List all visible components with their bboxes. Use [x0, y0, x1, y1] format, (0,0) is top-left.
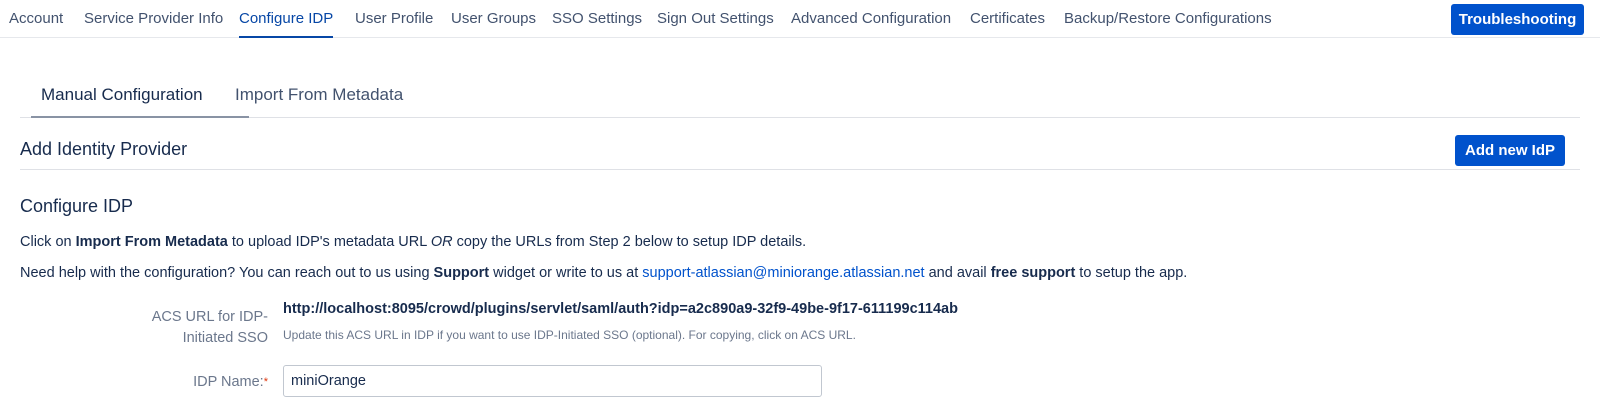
tab-sign-out-settings[interactable]: Sign Out Settings [657, 10, 774, 27]
configuration-subtabs: Manual Configuration Import From Metadat… [20, 75, 1580, 118]
tab-user-profile[interactable]: User Profile [355, 10, 433, 27]
instructions-line-2: Need help with the configuration? You ca… [20, 265, 1188, 281]
required-marker: * [263, 376, 268, 388]
troubleshooting-button[interactable]: Troubleshooting [1451, 4, 1584, 35]
tab-service-provider-info[interactable]: Service Provider Info [84, 10, 223, 27]
support-reference: Support [433, 265, 490, 281]
tab-certificates[interactable]: Certificates [970, 10, 1045, 27]
tab-account[interactable]: Account [9, 10, 63, 27]
import-from-metadata-reference: Import From Metadata [75, 234, 228, 250]
active-subtab-indicator [31, 116, 249, 118]
tab-user-groups[interactable]: User Groups [451, 10, 536, 27]
tab-backup-restore-configurations[interactable]: Backup/Restore Configurations [1064, 10, 1272, 27]
support-email-link[interactable]: support-atlassian@miniorange.atlassian.n… [642, 265, 924, 281]
tab-configure-idp[interactable]: Configure IDP [239, 10, 334, 38]
add-identity-provider-header: Add Identity Provider Add new IdP [20, 130, 1580, 170]
acs-url-label: ACS URL for IDP-Initiated SSO [151, 309, 268, 346]
idp-name-input[interactable] [283, 365, 822, 397]
top-navigation: Account Service Provider Info Configure … [0, 0, 1600, 38]
acs-url-value[interactable]: http://localhost:8095/crowd/plugins/serv… [283, 301, 958, 317]
tab-sso-settings[interactable]: SSO Settings [552, 10, 642, 27]
subtab-manual-configuration[interactable]: Manual Configuration [41, 85, 203, 105]
instructions-line-1: Click on Import From Metadata to upload … [20, 234, 807, 250]
configure-idp-title: Configure IDP [20, 196, 134, 216]
idp-name-label: IDP Name:* [193, 374, 268, 390]
tab-advanced-configuration[interactable]: Advanced Configuration [791, 10, 951, 27]
add-new-idp-button[interactable]: Add new IdP [1455, 135, 1565, 166]
free-support-reference: free support [990, 265, 1076, 281]
acs-url-help-text: Update this ACS URL in IDP if you want t… [283, 328, 856, 342]
subtab-import-from-metadata[interactable]: Import From Metadata [235, 85, 403, 105]
section-title: Add Identity Provider [20, 139, 188, 159]
